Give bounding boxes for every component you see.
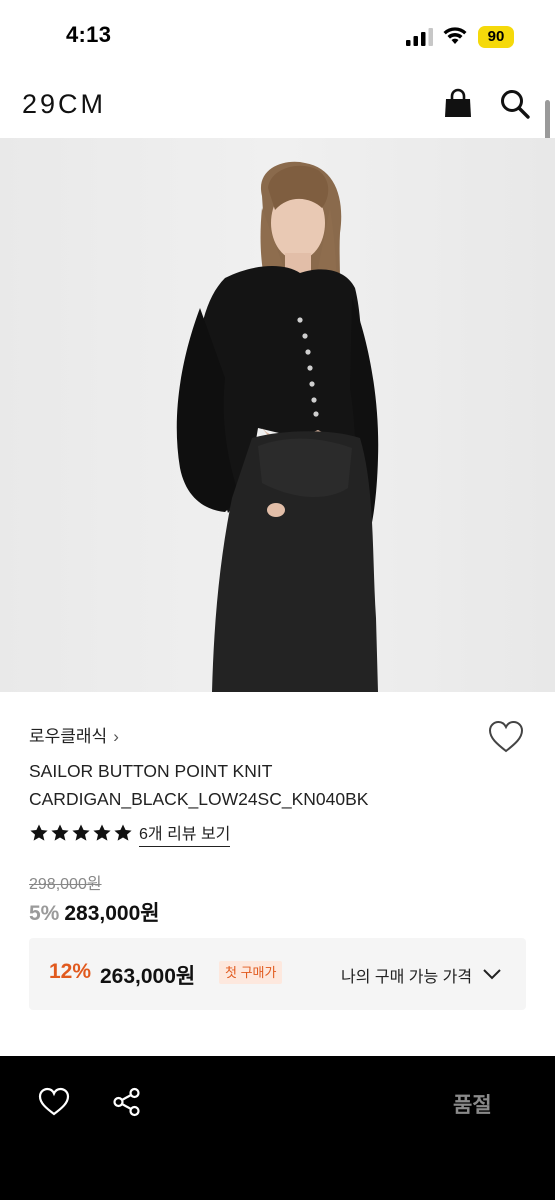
my-price-label[interactable]: 나의 구매 가능 가격 bbox=[341, 963, 472, 987]
first-purchase-badge: 첫 구매가 bbox=[219, 961, 283, 984]
battery-indicator: 90 bbox=[478, 26, 514, 48]
coupon-price: 263,000원 bbox=[100, 965, 196, 988]
sale-price-row: 5% 283,000원 bbox=[29, 897, 160, 927]
share-icon[interactable] bbox=[112, 1087, 142, 1117]
my-price-box[interactable]: 12% 263,000원 첫 구매가 나의 구매 가능 가격 bbox=[29, 938, 526, 1010]
chevron-down-icon[interactable] bbox=[481, 963, 503, 985]
sold-out-label: 품절 bbox=[453, 1094, 492, 1117]
rating-stars bbox=[29, 823, 133, 843]
bottom-action-bar: 품절 bbox=[0, 1056, 555, 1200]
star-icon bbox=[93, 824, 111, 841]
brand-name: 로우클래식 bbox=[29, 727, 108, 746]
wifi-icon bbox=[443, 27, 467, 44]
star-icon bbox=[72, 824, 90, 841]
product-title: SAILOR BUTTON POINT KNIT CARDIGAN_BLACK_… bbox=[29, 761, 369, 809]
cellular-signal-icon bbox=[406, 28, 433, 46]
status-time: 4:13 bbox=[66, 22, 112, 47]
sale-rate: 5% bbox=[29, 902, 60, 925]
review-link[interactable]: 6개 리뷰 보기 bbox=[139, 820, 231, 847]
search-icon[interactable] bbox=[497, 86, 533, 122]
sale-price: 283,000원 bbox=[64, 902, 160, 925]
brand-link[interactable]: 로우클래식 › bbox=[29, 722, 119, 747]
star-icon bbox=[51, 824, 69, 841]
status-bar: 4:13 90 bbox=[0, 0, 555, 72]
chevron-right-icon: › bbox=[113, 727, 119, 746]
star-icon bbox=[30, 824, 48, 841]
star-icon bbox=[114, 824, 132, 841]
app-header: 29CM bbox=[0, 72, 555, 138]
heart-icon[interactable] bbox=[487, 719, 525, 755]
coupon-rate: 12% bbox=[49, 960, 92, 983]
original-price: 298,000원 bbox=[29, 876, 102, 893]
shopping-bag-icon[interactable] bbox=[440, 86, 476, 122]
brand-logo[interactable]: 29CM bbox=[22, 89, 106, 120]
model-illustration bbox=[0, 138, 555, 692]
product-image[interactable] bbox=[0, 138, 555, 692]
heart-icon[interactable] bbox=[38, 1087, 70, 1117]
rating-row: 6개 리뷰 보기 bbox=[29, 820, 231, 847]
